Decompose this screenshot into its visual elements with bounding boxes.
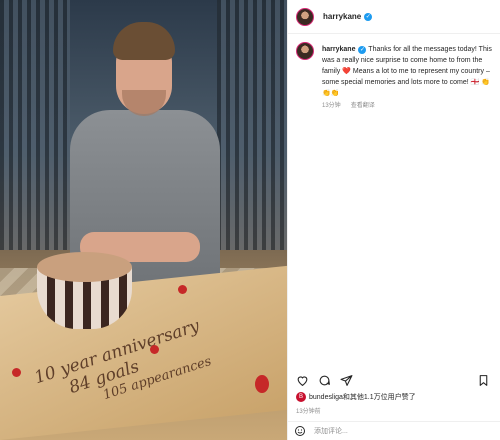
curtain-right xyxy=(217,0,287,250)
verified-icon: ✓ xyxy=(358,46,367,54)
caption-avatar[interactable] xyxy=(296,42,314,60)
comment-input[interactable]: 添加评论... xyxy=(314,426,348,436)
see-translation-link[interactable]: 查看翻译 xyxy=(351,101,375,112)
smiley-icon[interactable] xyxy=(294,425,306,437)
share-icon[interactable] xyxy=(338,372,354,388)
post-photo[interactable]: 10 year anniversary 84 goals 105 appeara… xyxy=(0,0,287,440)
likes-text: bundesliga和其他1.1万位用户赞了 xyxy=(309,394,416,401)
caption-meta: 13分钟 查看翻译 xyxy=(322,101,496,112)
heart-icon[interactable] xyxy=(294,372,310,388)
post-header: harrykane ✓ xyxy=(288,0,500,34)
avatar[interactable] xyxy=(296,7,314,26)
comment-bar: 添加评论... xyxy=(288,421,500,440)
hair xyxy=(113,22,175,60)
caption-username[interactable]: harrykane xyxy=(322,46,355,53)
time-ago: 13分钟 xyxy=(322,103,341,109)
verified-icon: ✓ xyxy=(364,12,373,21)
post-panel: harrykane ✓ harrykane ✓ Thanks for all th… xyxy=(287,0,500,440)
berry xyxy=(150,345,159,354)
comment-icon[interactable] xyxy=(316,372,332,388)
berry xyxy=(178,285,187,294)
cake-top xyxy=(37,252,132,282)
berry xyxy=(12,368,21,377)
curtain-left xyxy=(0,0,70,250)
bookmark-icon[interactable] xyxy=(475,372,491,388)
cake xyxy=(37,252,132,340)
likes-line[interactable]: B bundesliga和其他1.1万位用户赞了 xyxy=(296,392,416,402)
liker-avatar-icon: B xyxy=(296,392,306,402)
caption-text: Thanks for all the messages today! This … xyxy=(322,46,492,97)
berry xyxy=(255,375,269,393)
action-bar xyxy=(294,370,497,390)
caption-block: harrykane ✓ Thanks for all the messages t… xyxy=(296,42,496,112)
timestamp: 13分钟前 xyxy=(296,409,321,415)
caption-text-block: harrykane ✓ Thanks for all the messages t… xyxy=(322,44,496,112)
header-username[interactable]: harrykane xyxy=(323,12,361,21)
